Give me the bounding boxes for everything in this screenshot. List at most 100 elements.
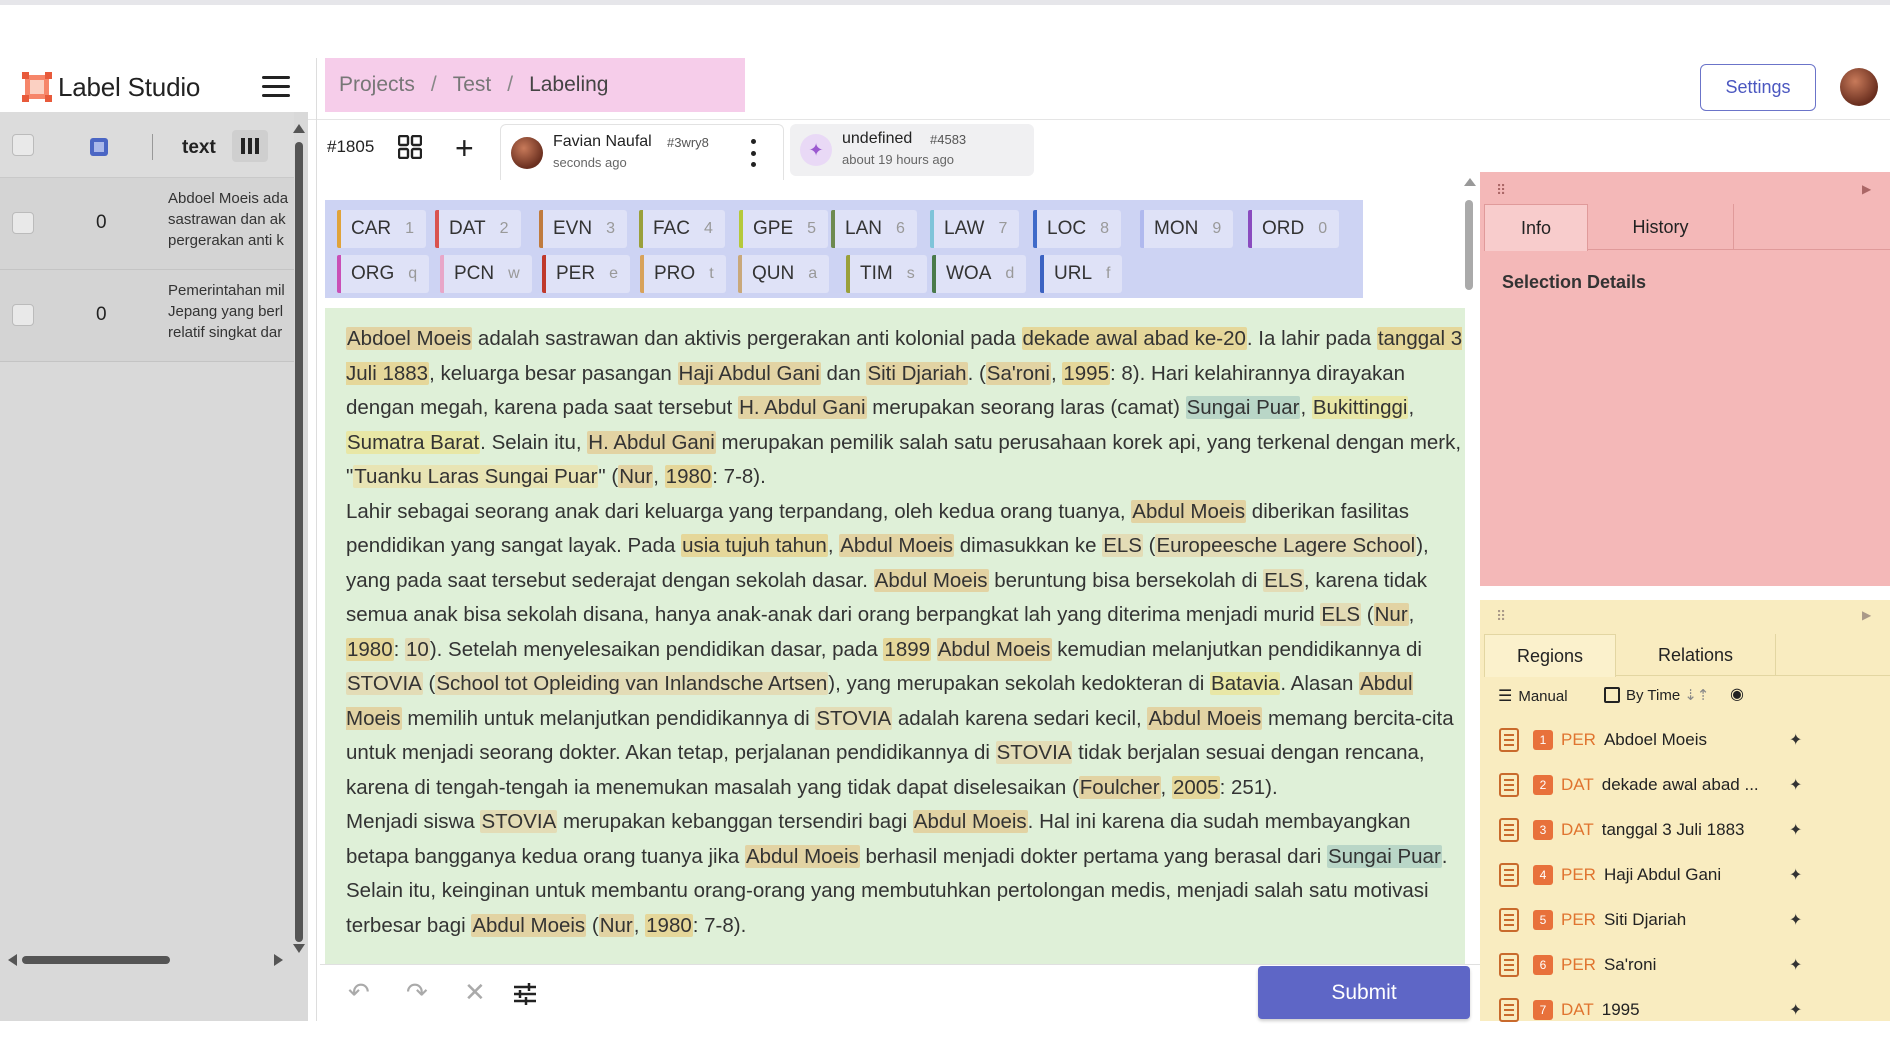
- entity-dat[interactable]: 1995: [1062, 361, 1110, 385]
- drag-handle-icon[interactable]: ⠿: [1496, 608, 1507, 625]
- label-pro[interactable]: PRO t: [640, 255, 726, 293]
- entity-per[interactable]: Abdul Moeis: [744, 844, 860, 868]
- menu-icon[interactable]: [262, 76, 290, 98]
- horizontal-scrollbar[interactable]: [8, 952, 283, 966]
- tab-relations[interactable]: Relations: [1616, 634, 1776, 676]
- entity-per[interactable]: Siti Djariah: [866, 361, 968, 385]
- label-ord[interactable]: ORD 0: [1248, 210, 1340, 248]
- label-evn[interactable]: EVN 3: [539, 210, 627, 248]
- document-paragraph[interactable]: Lahir sebagai seorang anak dari keluarga…: [346, 495, 1464, 806]
- sparkle-icon[interactable]: ✦: [1789, 865, 1802, 885]
- entity-org[interactable]: School tot Opleiding van Inlandsche Arts…: [435, 672, 829, 695]
- document-paragraph[interactable]: Abdoel Moeis adalah sastrawan dan aktivi…: [346, 322, 1464, 495]
- sort-manual-button[interactable]: ☰ Manual: [1498, 686, 1568, 706]
- settings-button[interactable]: Settings: [1700, 64, 1816, 111]
- label-gpe[interactable]: GPE 5: [739, 210, 829, 248]
- entity-gpe[interactable]: Batavia: [1210, 672, 1281, 695]
- column-header-text[interactable]: text: [182, 137, 216, 159]
- select-all-checkbox[interactable]: [12, 134, 34, 156]
- horizontal-scroll-thumb[interactable]: [22, 956, 170, 964]
- label-pcn[interactable]: PCN w: [440, 255, 532, 293]
- sparkle-icon[interactable]: ✦: [1789, 1000, 1802, 1020]
- tab-history[interactable]: History: [1588, 204, 1734, 250]
- scroll-up-icon[interactable]: [293, 124, 305, 133]
- entity-per[interactable]: Abdul Moeis: [471, 913, 587, 937]
- sparkle-icon[interactable]: ✦: [1789, 955, 1802, 975]
- document-text[interactable]: Abdoel Moeis adalah sastrawan dan aktivi…: [346, 322, 1464, 943]
- entity-per[interactable]: Abdul Moeis: [873, 568, 989, 592]
- sparkle-icon[interactable]: ✦: [1789, 730, 1802, 750]
- task-list-scrollbar[interactable]: [292, 124, 306, 954]
- entity-dat[interactable]: 1899: [883, 637, 932, 661]
- add-annotation-icon[interactable]: +: [455, 130, 474, 167]
- region-item[interactable]: 3 DAT tanggal 3 Juli 1883 ✦: [1499, 810, 1879, 850]
- tab-info[interactable]: Info: [1484, 204, 1588, 251]
- document-paragraph[interactable]: Menjadi siswa STOVIA merupakan kebanggan…: [346, 805, 1464, 943]
- scroll-right-icon[interactable]: [274, 954, 283, 966]
- entity-dat[interactable]: 1980: [664, 465, 713, 488]
- scroll-left-icon[interactable]: [8, 954, 17, 966]
- tab-regions[interactable]: Regions: [1484, 634, 1616, 677]
- scrollbar-thumb[interactable]: [295, 142, 303, 942]
- entity-org[interactable]: STOVIA: [995, 741, 1073, 764]
- entity-org[interactable]: ELS: [1263, 568, 1304, 592]
- entity-dat[interactable]: usia tujuh tahun: [681, 534, 828, 557]
- entity-dat[interactable]: 2005: [1171, 775, 1220, 799]
- label-fac[interactable]: FAC 4: [639, 210, 725, 248]
- entity-per[interactable]: Nur: [618, 465, 654, 488]
- entity-per[interactable]: Foulcher: [1078, 775, 1161, 799]
- entity-gpe[interactable]: Bukittinggi: [1311, 396, 1409, 419]
- grid-view-icon[interactable]: [398, 135, 422, 159]
- entity-dat[interactable]: 1980: [346, 637, 394, 661]
- entity-per[interactable]: Nur: [1373, 603, 1409, 626]
- label-url[interactable]: URL f: [1040, 255, 1123, 293]
- entity-per[interactable]: H. Abdul Gani: [738, 396, 867, 419]
- entity-org[interactable]: 10: [405, 637, 430, 661]
- column-id-icon[interactable]: [88, 136, 110, 158]
- undo-icon[interactable]: ↶: [348, 977, 370, 1008]
- columns-toggle-icon[interactable]: [232, 130, 268, 162]
- entity-per[interactable]: Abdul Moeis: [912, 810, 1028, 833]
- entity-dat[interactable]: dekade awal abad ke-20: [1021, 327, 1247, 350]
- label-dat[interactable]: DAT 2: [435, 210, 521, 248]
- label-org[interactable]: ORG q: [337, 255, 430, 293]
- sparkle-icon[interactable]: ✦: [1789, 910, 1802, 930]
- reset-icon[interactable]: ✕: [464, 977, 486, 1008]
- visibility-eye-icon[interactable]: ◉: [1730, 684, 1744, 704]
- sparkle-icon[interactable]: ✦: [1789, 820, 1802, 840]
- scrollbar-thumb[interactable]: [1465, 200, 1473, 290]
- entity-gpe[interactable]: Sumatra Barat: [346, 430, 481, 454]
- entity-pro[interactable]: Tuanku Laras Sungai Puar: [353, 465, 599, 488]
- label-car[interactable]: CAR 1: [337, 210, 427, 248]
- annotation-tab-current[interactable]: Favian Naufal #3wry8 seconds ago: [500, 124, 784, 180]
- entity-loc[interactable]: Sungai Puar: [1326, 844, 1442, 868]
- entity-org[interactable]: STOVIA: [815, 706, 893, 730]
- entity-per[interactable]: Abdul Moeis: [839, 534, 955, 557]
- entity-per[interactable]: Nur: [598, 913, 634, 937]
- label-mon[interactable]: MON 9: [1140, 210, 1234, 248]
- region-item[interactable]: 1 PER Abdoel Moeis ✦: [1499, 720, 1879, 760]
- region-item[interactable]: 5 PER Siti Djariah ✦: [1499, 900, 1879, 940]
- breadcrumb-project[interactable]: Test: [453, 73, 492, 97]
- row-checkbox[interactable]: [12, 304, 34, 326]
- scroll-down-icon[interactable]: [293, 944, 305, 953]
- entity-per[interactable]: Abdul Moeis: [936, 637, 1052, 661]
- annotation-tab-other[interactable]: ✦ undefined #4583 about 19 hours ago: [790, 124, 1034, 176]
- breadcrumb-projects[interactable]: Projects: [339, 73, 415, 97]
- entity-per[interactable]: Sa'roni: [985, 361, 1051, 385]
- entity-org[interactable]: STOVIA: [480, 810, 558, 833]
- entity-org[interactable]: Europeesche Lagere School: [1155, 534, 1417, 557]
- more-options-icon[interactable]: [751, 139, 757, 167]
- label-woa[interactable]: WOA d: [932, 255, 1027, 293]
- label-per[interactable]: PER e: [542, 255, 630, 293]
- user-avatar[interactable]: [1840, 68, 1878, 106]
- sparkle-icon[interactable]: ✦: [1789, 775, 1802, 795]
- redo-icon[interactable]: ↷: [406, 977, 428, 1008]
- collapse-panel-icon[interactable]: ▶: [1862, 608, 1871, 622]
- entity-org[interactable]: ELS: [1102, 534, 1143, 557]
- region-item[interactable]: 6 PER Sa'roni ✦: [1499, 945, 1879, 985]
- row-checkbox[interactable]: [12, 212, 34, 234]
- entity-org[interactable]: STOVIA: [346, 672, 423, 695]
- entity-per[interactable]: Abdul Moeis: [1147, 706, 1263, 730]
- collapse-panel-icon[interactable]: ▶: [1862, 182, 1871, 196]
